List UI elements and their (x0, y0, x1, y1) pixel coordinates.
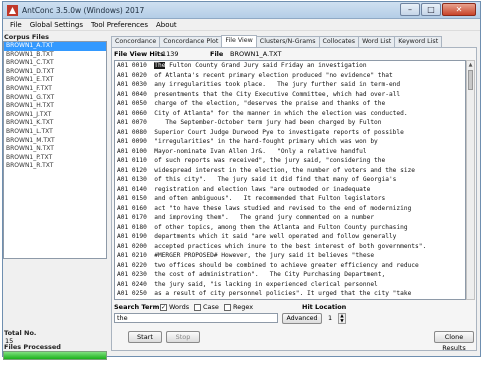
text-line: A01 0040 presentments that the City Exec… (117, 90, 401, 98)
corpus-file-item[interactable]: BROWN1_E.TXT (4, 76, 106, 85)
text-line: A01 0120 widespread interest in the elec… (117, 166, 416, 174)
search-hit[interactable]: The (154, 62, 166, 69)
corpus-file-item[interactable]: BROWN1_A.TXT (4, 42, 106, 51)
stop-button[interactable]: Stop (166, 331, 200, 343)
words-option[interactable]: ✓ Words (160, 303, 189, 311)
case-option[interactable]: Case (194, 303, 219, 311)
corpus-file-item[interactable]: BROWN1_K.TXT (4, 119, 106, 128)
vertical-scrollbar[interactable]: ▲ (466, 60, 475, 300)
file-text-view[interactable]: A01 0010 The Fulton County Grand Jury sa… (114, 60, 466, 300)
menu-global-settings[interactable]: Global Settings (26, 21, 87, 29)
text-line: A01 0020 of Atlanta's recent primary ele… (117, 71, 393, 79)
search-term-label: Search Term (114, 303, 160, 311)
file-label: File (210, 50, 224, 58)
text-line: A01 0180 of other topics, among them the… (117, 223, 408, 231)
file-view-hits-value: 1139 (162, 50, 179, 58)
maximize-button[interactable]: □ (421, 3, 441, 16)
start-button[interactable]: Start (128, 331, 162, 343)
corpus-file-item[interactable]: BROWN1_C.TXT (4, 59, 106, 68)
menu-file[interactable]: File (6, 21, 26, 29)
app-logo-icon (7, 5, 18, 16)
text-line: A01 0230 the cost of administration". Th… (117, 271, 386, 278)
text-line: A01 0110 of such reports was received", … (117, 157, 386, 164)
close-button[interactable]: ✕ (442, 3, 476, 16)
regex-label: Regex (233, 303, 254, 311)
text-line: A01 0150 and often ambiguous". It recomm… (117, 195, 386, 202)
hit-location-label: Hit Location (302, 303, 347, 311)
files-processed-label: Files Processed (4, 343, 61, 351)
text-line: A01 0030 any irregularities took place. … (117, 81, 401, 88)
tab-word-list[interactable]: Word List (358, 36, 396, 47)
search-term-input[interactable]: the (114, 313, 278, 323)
corpus-file-list[interactable]: BROWN1_A.TXT BROWN1_B.TXT BROWN1_C.TXT BROW… (3, 41, 107, 259)
corpus-file-item[interactable]: BROWN1_R.TXT (4, 162, 106, 171)
corpus-file-item[interactable]: BROWN1_L.TXT (4, 128, 106, 137)
text-line: A01 0090 "irregularities" in the hard-fo… (117, 138, 378, 145)
text-line: A01 0050 charge of the election, "deserv… (117, 100, 386, 107)
regex-checkbox[interactable] (224, 303, 231, 311)
text-line: A01 0240 the jury said, "is lacking in e… (117, 280, 378, 288)
text-line: A01 0220 two offices should be combined … (117, 261, 419, 269)
menu-bar: File Global Settings Tool Preferences Ab… (3, 19, 480, 31)
title-bar: AntConc 3.5.0w (Windows) 2017 – □ ✕ (3, 2, 480, 19)
menu-tool-preferences[interactable]: Tool Preferences (87, 21, 152, 29)
hit-location-stepper[interactable]: ▲ ▼ (338, 313, 346, 324)
tab-keyword-list[interactable]: Keyword List (394, 36, 443, 47)
corpus-file-item[interactable]: BROWN1_F.TXT (4, 85, 106, 94)
line-rest: Fulton County Grand Jury said Friday an … (165, 62, 367, 69)
text-line: A01 0070 The September-October term jury… (117, 119, 382, 126)
tool-tabs: Concordance Concordance Plot File View Clus… (111, 35, 443, 47)
search-options-row: Search Term ✓ Words Case Regex Hit Locat… (114, 302, 474, 312)
case-label: Case (203, 303, 219, 311)
text-line: A01 0200 accepted practices which inure … (117, 242, 427, 250)
progress-fill (4, 352, 106, 359)
tab-collocates[interactable]: Collocates (318, 36, 360, 47)
text-line: A01 0170 and improving them". The grand … (117, 214, 375, 221)
corpus-file-item[interactable]: BROWN1_N.TXT (4, 145, 106, 154)
corpus-file-item[interactable]: BROWN1_B.TXT (4, 51, 106, 60)
tab-clusters-n-grams[interactable]: Clusters/N-Grams (255, 36, 320, 47)
corpus-file-item[interactable]: BROWN1_J.TXT (4, 111, 106, 120)
minimize-button[interactable]: – (400, 3, 420, 16)
words-checkbox[interactable]: ✓ (160, 303, 167, 311)
menu-about[interactable]: About (152, 21, 181, 29)
text-line: A01 0260 steps to remedy" this problem. … (115, 299, 465, 300)
corpus-file-item[interactable]: BROWN1_M.TXT (4, 137, 106, 146)
advanced-button[interactable]: Advanced (282, 313, 322, 324)
files-processed-progress (3, 351, 107, 360)
regex-option[interactable]: Regex (224, 303, 253, 311)
hit-location-value: 1 (328, 314, 333, 322)
file-view-panel: File View Hits 1139 File BROWN1_A.TXT A0… (111, 47, 477, 352)
corpus-panel: Corpus Files BROWN1_A.TXT BROWN1_B.TXT BRO… (3, 33, 107, 360)
corpus-file-item[interactable]: BROWN1_H.TXT (4, 102, 106, 111)
text-line: A01 0060 City of Atlanta" for the manner… (117, 109, 408, 117)
file-name-value: BROWN1_A.TXT (230, 50, 282, 58)
file-view-hits-label: File View Hits (114, 50, 165, 58)
line-prefix: A01 0010 (117, 62, 155, 69)
tab-concordance-plot[interactable]: Concordance Plot (159, 36, 223, 47)
text-line: A01 0210 #MERGER PROPOSED# However, the … (117, 252, 375, 259)
text-line: A01 0160 act "to have these laws studied… (117, 204, 412, 212)
words-label: Words (169, 303, 190, 311)
text-line: A01 0140 registration and election laws … (117, 185, 371, 193)
scrollbar-thumb[interactable] (468, 70, 473, 90)
text-line: A01 0010 The Fulton County Grand Jury sa… (115, 61, 465, 71)
window-title: AntConc 3.5.0w (Windows) 2017 (22, 6, 145, 15)
tab-file-view[interactable]: File View (221, 35, 257, 47)
case-checkbox[interactable] (194, 303, 201, 311)
text-line: A01 0190 departments which it said "are … (117, 233, 397, 240)
scroll-up-icon[interactable]: ▲ (467, 61, 474, 69)
corpus-file-item[interactable]: BROWN1_P.TXT (4, 154, 106, 163)
text-line: A01 0130 of this city". The jury said it… (117, 176, 397, 183)
total-no-label: Total No. (4, 329, 37, 337)
clone-results-button[interactable]: Clone Results (434, 331, 474, 352)
corpus-file-item[interactable]: BROWN1_G.TXT (4, 94, 106, 103)
text-line: A01 0100 Mayor-nominate Ivan Allen Jr&. … (117, 147, 367, 155)
corpus-files-label: Corpus Files (4, 33, 50, 41)
tab-concordance[interactable]: Concordance (111, 36, 161, 47)
text-line: A01 0250 as a result of city personnel p… (117, 290, 412, 297)
text-line: A01 0080 Superior Court Judge Durwood Py… (117, 128, 404, 136)
corpus-file-item[interactable]: BROWN1_D.TXT (4, 68, 106, 77)
